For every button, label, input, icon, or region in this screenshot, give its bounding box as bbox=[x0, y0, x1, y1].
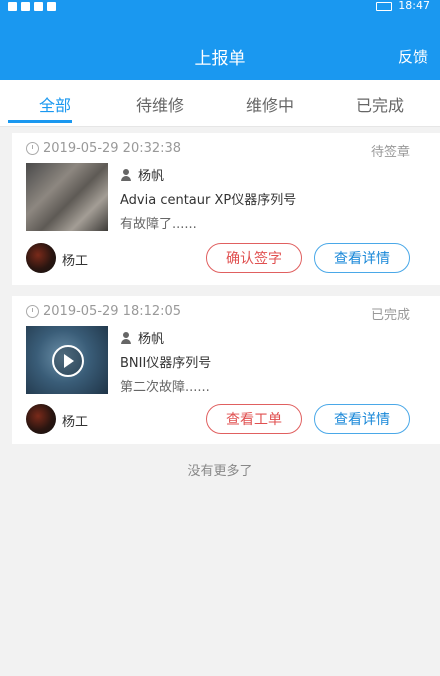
active-tab-indicator bbox=[8, 120, 72, 123]
report-time: 2019-05-29 20:32:38 bbox=[43, 141, 182, 156]
avatar bbox=[26, 404, 56, 434]
no-more-text: 没有更多了 bbox=[187, 464, 253, 479]
page-title: 上报单 bbox=[194, 49, 246, 69]
reporter-name: 杨帆 bbox=[138, 169, 165, 184]
wifi-icon bbox=[34, 2, 43, 11]
technician-name: 杨工 bbox=[62, 415, 89, 430]
person-icon bbox=[120, 331, 132, 344]
device-serial: Advia centaur XP仪器序列号 bbox=[120, 193, 297, 208]
person-icon bbox=[120, 168, 132, 181]
feedback-button[interactable]: 反馈 bbox=[398, 46, 428, 67]
tab-in-repair[interactable]: 维修中 bbox=[215, 92, 325, 116]
status-badge: 已完成 bbox=[370, 308, 410, 323]
tab-pending-repair[interactable]: 待维修 bbox=[105, 92, 215, 116]
fault-note: 第二次故障...... bbox=[120, 380, 210, 395]
notification-icon bbox=[8, 2, 17, 11]
notification-icons bbox=[8, 0, 56, 11]
clock-icon bbox=[26, 142, 39, 155]
report-image[interactable] bbox=[26, 163, 108, 231]
avatar bbox=[26, 243, 56, 273]
status-time: 18:47 bbox=[398, 0, 430, 12]
view-work-order-button[interactable]: 查看工单 bbox=[206, 404, 302, 434]
reporter-name: 杨帆 bbox=[138, 332, 165, 347]
view-details-button[interactable]: 查看详情 bbox=[314, 243, 410, 273]
report-video-thumbnail[interactable] bbox=[26, 326, 108, 394]
tab-completed[interactable]: 已完成 bbox=[325, 92, 435, 116]
device-serial: BNII仪器序列号 bbox=[120, 356, 212, 371]
fault-note: 有故障了...... bbox=[120, 217, 197, 232]
signal-icon bbox=[21, 2, 30, 11]
report-card[interactable]: 2019-05-29 18:12:05 已完成 杨帆 BNII仪器序列号 第二次… bbox=[12, 296, 440, 444]
confirm-sign-button[interactable]: 确认签字 bbox=[206, 243, 302, 273]
app-icon bbox=[47, 2, 56, 11]
status-badge: 待签章 bbox=[370, 145, 410, 160]
view-details-button[interactable]: 查看详情 bbox=[314, 404, 410, 434]
clock-icon bbox=[26, 305, 39, 318]
report-card[interactable]: 2019-05-29 20:32:38 待签章 杨帆 Advia centaur… bbox=[12, 133, 440, 285]
status-bar: 18:47 bbox=[0, 0, 440, 14]
tab-all[interactable]: 全部 bbox=[0, 92, 110, 116]
play-icon[interactable] bbox=[52, 345, 84, 377]
technician-name: 杨工 bbox=[62, 254, 89, 269]
report-time: 2019-05-29 18:12:05 bbox=[43, 304, 182, 319]
header: 上报单 反馈 bbox=[0, 14, 440, 80]
tab-bar: 全部 待维修 维修中 已完成 bbox=[0, 80, 440, 127]
battery-icon bbox=[376, 1, 393, 11]
